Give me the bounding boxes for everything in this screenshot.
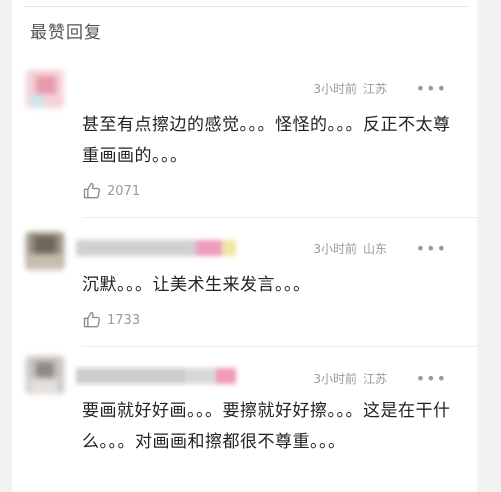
section-title: 最赞回复 (30, 23, 102, 43)
like-count: 1733 (107, 312, 141, 328)
comment-divider (82, 346, 477, 347)
comment-divider (82, 217, 477, 218)
comment-location: 江苏 (362, 82, 387, 96)
comment-time: 3小时前 (313, 242, 357, 256)
avatar[interactable] (26, 70, 64, 108)
comment-meta: 3小时前 江苏 (313, 80, 387, 97)
comment-time: 3小时前 (313, 82, 357, 96)
thumbs-up-icon (83, 182, 101, 199)
thumbs-up-icon (83, 311, 101, 328)
more-options-button[interactable]: ••• (416, 371, 447, 387)
comment-location: 江苏 (362, 372, 387, 386)
comment-meta: 3小时前 山东 (313, 240, 387, 257)
username-blurred[interactable] (76, 240, 236, 256)
avatar[interactable] (26, 356, 64, 394)
like-button[interactable]: 1733 (82, 310, 140, 330)
comment-text: 甚至有点擦边的感觉。。。怪怪的。。。反正不太尊重画画的。。。 (82, 115, 451, 166)
comment-meta: 3小时前 江苏 (313, 370, 387, 387)
comment-time: 3小时前 (313, 372, 357, 386)
more-options-button[interactable]: ••• (416, 81, 447, 97)
comment-text: 要画就好好画。。。要擦就好好擦。。。这是在干什么。。。对画画和擦都很不尊重。。。 (82, 401, 451, 452)
comment-text: 沉默。。。让美术生来发言。。。 (82, 275, 311, 295)
avatar[interactable] (26, 232, 64, 270)
username-blurred[interactable] (76, 368, 236, 384)
comment-location: 山东 (362, 242, 387, 256)
like-button[interactable]: 2071 (82, 181, 140, 201)
like-count: 2071 (107, 183, 141, 199)
comment-panel: 最赞回复 3小时前 江苏 ••• 甚至有点擦边的感觉。。。怪怪的。。。反正不太尊重… (12, 0, 477, 492)
more-options-button[interactable]: ••• (416, 241, 447, 257)
top-divider (24, 0, 469, 7)
